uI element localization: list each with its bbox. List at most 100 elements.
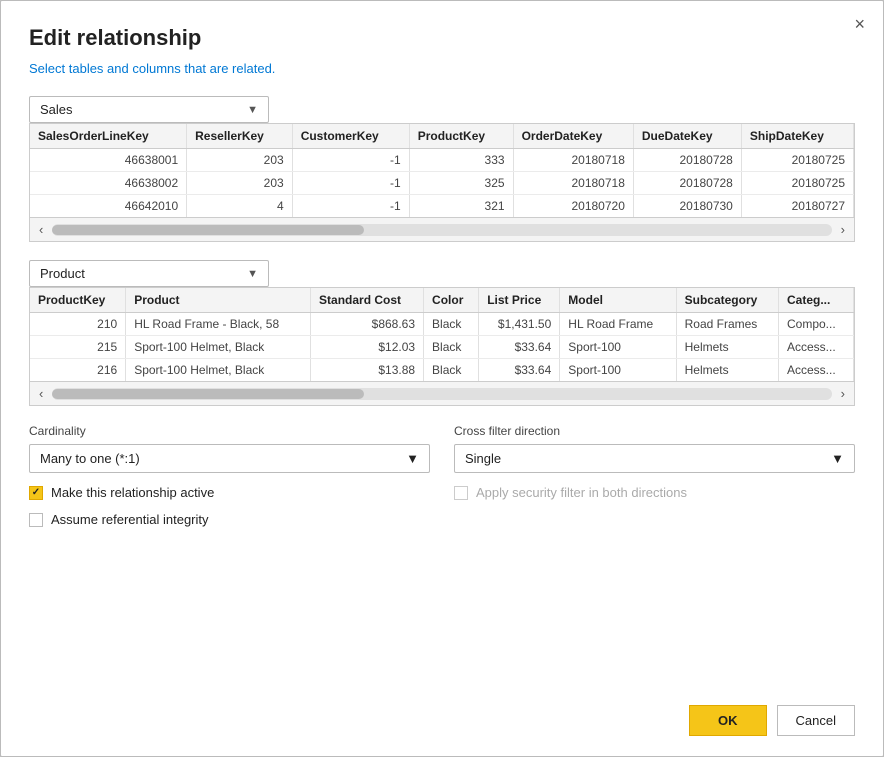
cross-filter-chevron: ▼ — [831, 451, 844, 466]
cross-filter-value: Single — [465, 451, 501, 466]
table1-col-shipdatekey: ShipDateKey — [741, 124, 853, 149]
t2r1c8: Compo... — [778, 313, 853, 336]
t2r3c3: $13.88 — [311, 359, 424, 382]
t2r3c4: Black — [424, 359, 479, 382]
referential-checkbox[interactable] — [29, 513, 43, 527]
table1-scroll-track[interactable] — [52, 224, 831, 236]
close-button[interactable]: × — [854, 15, 865, 33]
t2r2c2: Sport-100 Helmet, Black — [126, 336, 311, 359]
table-row: 210 HL Road Frame - Black, 58 $868.63 Bl… — [30, 313, 854, 336]
t1r1c7: 20180725 — [741, 149, 853, 172]
t2r2c7: Helmets — [676, 336, 778, 359]
t2r1c3: $868.63 — [311, 313, 424, 336]
table1-col-orderdatekey: OrderDateKey — [513, 124, 633, 149]
table1: SalesOrderLineKey ResellerKey CustomerKe… — [30, 124, 854, 217]
cardinality-section: Cardinality Many to one (*:1) ▼ Make thi… — [29, 424, 430, 527]
security-filter-label: Apply security filter in both directions — [476, 485, 687, 500]
t1r1c6: 20180728 — [633, 149, 741, 172]
table2-dropdown-value: Product — [40, 266, 85, 281]
table1-section: Sales ▼ SalesOrderLineKey ResellerKey Cu… — [29, 96, 855, 242]
t1r3c6: 20180730 — [633, 195, 741, 218]
table1-wrapper: SalesOrderLineKey ResellerKey CustomerKe… — [29, 123, 855, 242]
t2r3c5: $33.64 — [479, 359, 560, 382]
t2r2c5: $33.64 — [479, 336, 560, 359]
options-section: Cardinality Many to one (*:1) ▼ Make thi… — [29, 424, 855, 527]
t2r1c1: 210 — [30, 313, 126, 336]
t2r2c4: Black — [424, 336, 479, 359]
t1r1c2: 203 — [187, 149, 293, 172]
t1r3c7: 20180727 — [741, 195, 853, 218]
t2r3c7: Helmets — [676, 359, 778, 382]
t2r3c1: 216 — [30, 359, 126, 382]
t2r1c2: HL Road Frame - Black, 58 — [126, 313, 311, 336]
table1-col-resellerkey: ResellerKey — [187, 124, 293, 149]
table1-scroll-right[interactable]: › — [836, 220, 850, 239]
table-row: 46638001 203 -1 333 20180718 20180728 20… — [30, 149, 854, 172]
table2-col-subcategory: Subcategory — [676, 288, 778, 313]
t2r1c5: $1,431.50 — [479, 313, 560, 336]
table1-scrollbar[interactable]: ‹ › — [30, 217, 854, 241]
table2-dropdown[interactable]: Product ▼ — [29, 260, 269, 287]
cross-filter-dropdown[interactable]: Single ▼ — [454, 444, 855, 473]
make-active-row: Make this relationship active — [29, 485, 430, 500]
t1r2c2: 203 — [187, 172, 293, 195]
cardinality-value: Many to one (*:1) — [40, 451, 140, 466]
dialog-title: Edit relationship — [29, 25, 855, 51]
t1r3c1: 46642010 — [30, 195, 187, 218]
cardinality-label: Cardinality — [29, 424, 430, 438]
table1-col-duedatekey: DueDateKey — [633, 124, 741, 149]
table1-col-salesorderlinekey: SalesOrderLineKey — [30, 124, 187, 149]
table2-header-row: ProductKey Product Standard Cost Color L… — [30, 288, 854, 313]
t2r1c7: Road Frames — [676, 313, 778, 336]
t1r2c6: 20180728 — [633, 172, 741, 195]
cardinality-chevron: ▼ — [406, 451, 419, 466]
ok-button[interactable]: OK — [689, 705, 767, 736]
table2-scrollbar[interactable]: ‹ › — [30, 381, 854, 405]
table2-col-color: Color — [424, 288, 479, 313]
table-row: 46642010 4 -1 321 20180720 20180730 2018… — [30, 195, 854, 218]
cross-filter-section: Cross filter direction Single ▼ Apply se… — [454, 424, 855, 527]
t1r3c2: 4 — [187, 195, 293, 218]
table2-scroll-thumb — [52, 389, 364, 399]
cross-filter-label: Cross filter direction — [454, 424, 855, 438]
t1r1c3: -1 — [292, 149, 409, 172]
t1r1c1: 46638001 — [30, 149, 187, 172]
edit-relationship-dialog: × Edit relationship Select tables and co… — [0, 0, 884, 757]
cancel-button[interactable]: Cancel — [777, 705, 855, 736]
t2r1c4: Black — [424, 313, 479, 336]
t1r3c4: 321 — [409, 195, 513, 218]
table1-dropdown[interactable]: Sales ▼ — [29, 96, 269, 123]
table2-dropdown-chevron: ▼ — [247, 268, 258, 280]
table1-dropdown-value: Sales — [40, 102, 73, 117]
t2r1c6: HL Road Frame — [560, 313, 676, 336]
table1-dropdown-chevron: ▼ — [247, 104, 258, 116]
referential-label: Assume referential integrity — [51, 512, 209, 527]
t1r2c4: 325 — [409, 172, 513, 195]
table2-col-productkey: ProductKey — [30, 288, 126, 313]
t2r3c8: Access... — [778, 359, 853, 382]
t1r3c5: 20180720 — [513, 195, 633, 218]
table1-scroll-left[interactable]: ‹ — [34, 220, 48, 239]
table2-col-category: Categ... — [778, 288, 853, 313]
table1-scroll-thumb — [52, 225, 364, 235]
table2-col-listprice: List Price — [479, 288, 560, 313]
table2-section: Product ▼ ProductKey Product Standard Co… — [29, 260, 855, 406]
t2r2c1: 215 — [30, 336, 126, 359]
cardinality-dropdown[interactable]: Many to one (*:1) ▼ — [29, 444, 430, 473]
dialog-subtitle: Select tables and columns that are relat… — [29, 61, 855, 76]
table2: ProductKey Product Standard Cost Color L… — [30, 288, 854, 381]
table2-scroll-track[interactable] — [52, 388, 831, 400]
security-filter-row: Apply security filter in both directions — [454, 485, 855, 500]
table2-wrapper: ProductKey Product Standard Cost Color L… — [29, 287, 855, 406]
table1-col-customerkey: CustomerKey — [292, 124, 409, 149]
footer-buttons: OK Cancel — [29, 693, 855, 736]
t1r2c1: 46638002 — [30, 172, 187, 195]
table2-scroll-right[interactable]: › — [836, 384, 850, 403]
make-active-label: Make this relationship active — [51, 485, 214, 500]
table2-scroll-left[interactable]: ‹ — [34, 384, 48, 403]
make-active-checkbox[interactable] — [29, 486, 43, 500]
t1r1c5: 20180718 — [513, 149, 633, 172]
table2-col-standardcost: Standard Cost — [311, 288, 424, 313]
t1r2c3: -1 — [292, 172, 409, 195]
table1-header-row: SalesOrderLineKey ResellerKey CustomerKe… — [30, 124, 854, 149]
